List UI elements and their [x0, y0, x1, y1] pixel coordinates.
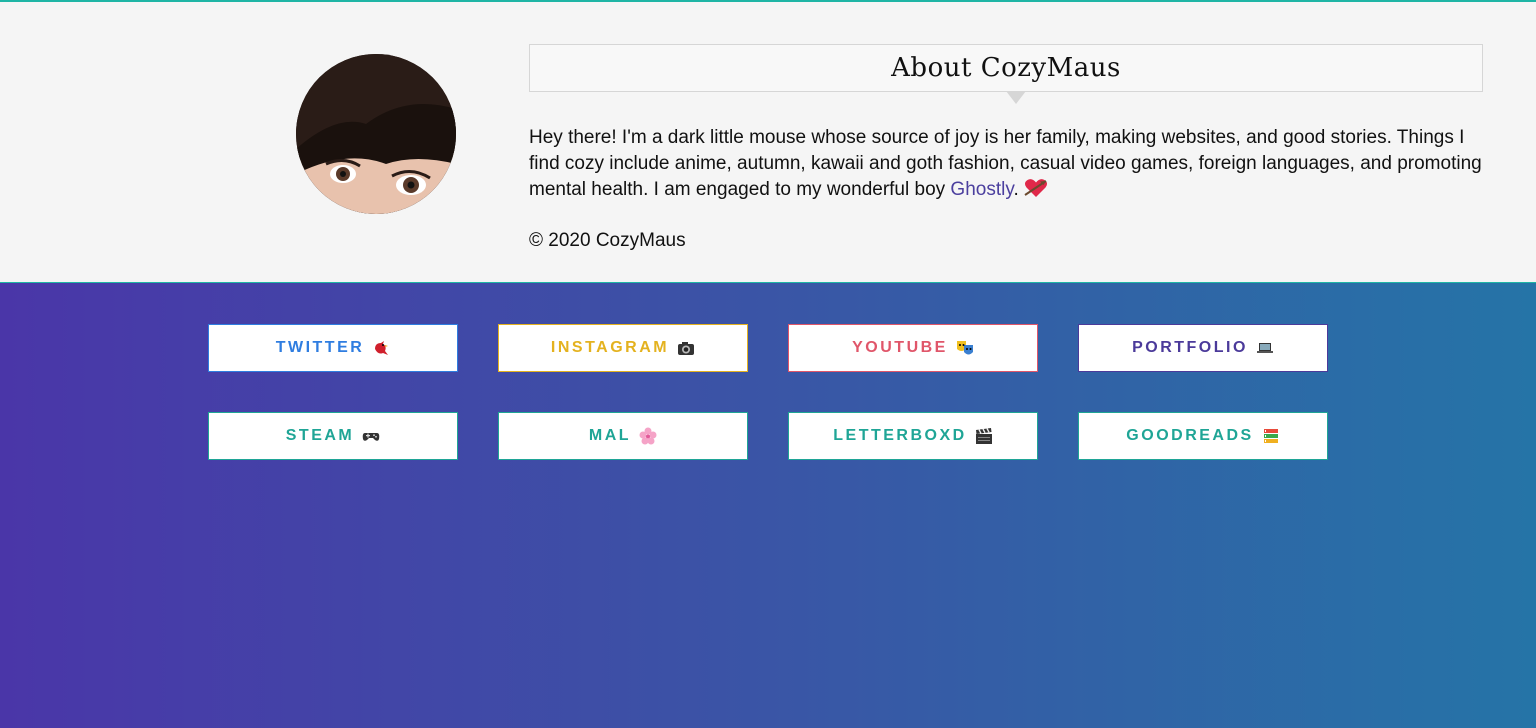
clapper-board-icon: [975, 427, 993, 445]
gamepad-icon: [362, 427, 380, 445]
camera-icon: [677, 339, 695, 357]
cherry-blossom-icon: [639, 427, 657, 445]
steam-label: STEAM: [285, 427, 355, 444]
performing-arts-icon: [956, 339, 974, 357]
youtube-label: YOUTUBE: [852, 339, 948, 356]
portfolio-label: PORTFOLIO: [1132, 339, 1248, 356]
mal-button[interactable]: MAL: [498, 412, 748, 460]
letterboxd-label: LETTERBOXD: [833, 427, 967, 444]
about-title-box: About CozyMaus: [529, 44, 1483, 92]
bio-end: .: [1013, 179, 1019, 200]
page-title: About CozyMaus: [891, 53, 1121, 83]
goodreads-button[interactable]: GOODREADS: [1078, 412, 1328, 460]
laptop-icon: [1256, 339, 1274, 357]
letterboxd-button[interactable]: LETTERBOXD: [788, 412, 1038, 460]
copyright: © 2020 CozyMaus: [529, 230, 686, 251]
title-pointer: [1006, 91, 1026, 104]
portfolio-button[interactable]: PORTFOLIO: [1078, 324, 1328, 372]
instagram-label: INSTAGRAM: [550, 339, 670, 356]
goodreads-label: GOODREADS: [1126, 427, 1254, 444]
about-section: About CozyMaus Hey there! I'm a dark lit…: [0, 0, 1536, 283]
avatar: [296, 54, 456, 214]
twitter-button[interactable]: TWITTER: [208, 324, 458, 372]
mal-label: MAL: [588, 427, 632, 444]
books-icon: [1262, 427, 1280, 445]
bio-paragraph: Hey there! I'm a dark little mouse whose…: [529, 125, 1499, 206]
steam-button[interactable]: STEAM: [208, 412, 458, 460]
heart-with-arrow-icon: [1024, 178, 1048, 206]
youtube-button[interactable]: YOUTUBE: [788, 324, 1038, 372]
twitter-label: TWITTER: [275, 339, 365, 356]
ghostly-link[interactable]: Ghostly: [950, 179, 1013, 200]
bird-icon: [372, 339, 390, 357]
instagram-button[interactable]: INSTAGRAM: [498, 324, 748, 372]
